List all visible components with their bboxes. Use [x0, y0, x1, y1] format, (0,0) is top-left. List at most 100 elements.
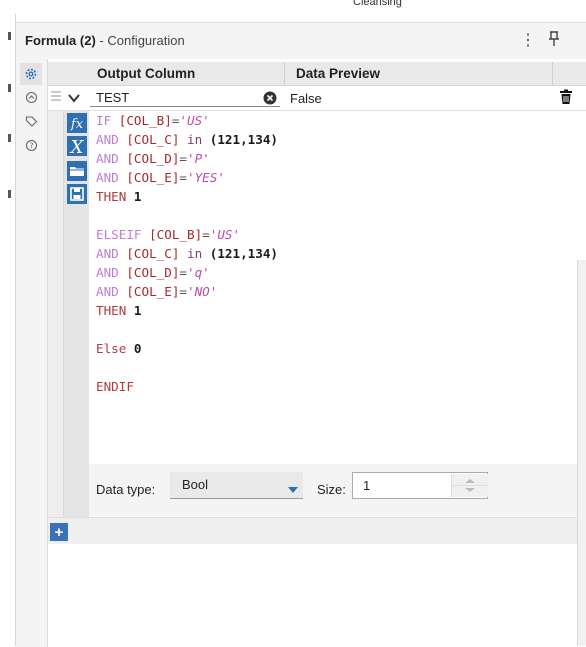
- data-type-label: Data type:: [96, 482, 156, 497]
- add-formula-button[interactable]: +: [50, 523, 68, 541]
- formula-row: False: [48, 86, 586, 111]
- expression-token: [COL_B]: [118, 113, 172, 128]
- data-preview-value: False: [290, 91, 322, 106]
- expression-token: AND: [96, 151, 127, 166]
- svg-text:X: X: [69, 137, 85, 156]
- expression-token: =: [179, 265, 188, 280]
- size-spinner[interactable]: [451, 474, 488, 497]
- row-handle-strip: [48, 62, 64, 517]
- expression-token: =: [202, 227, 210, 242]
- expression-line: ELSEIF [COL_B]='US': [96, 225, 586, 244]
- function-icon[interactable]: fx: [67, 113, 87, 133]
- drag-handle-icon[interactable]: [50, 90, 62, 105]
- expression-token: =: [179, 151, 188, 166]
- add-row: +: [48, 517, 586, 544]
- grid-header: Output Column Data Preview: [48, 62, 586, 86]
- expression-editor[interactable]: IF [COL_B]='US' AND [COL_C] in (121,134) A…: [96, 111, 586, 461]
- help-icon: ?: [25, 139, 37, 151]
- save-icon[interactable]: [67, 184, 87, 204]
- more-options-icon[interactable]: ⋮: [520, 30, 536, 50]
- expression-token: in: [187, 246, 210, 261]
- cleansing-label: Cleansing: [353, 0, 402, 8]
- expression-line: ENDIF: [96, 377, 586, 396]
- expression-token: 'US': [179, 113, 210, 128]
- expression-line: AND [COL_C] in (121,134): [96, 130, 586, 149]
- output-column-header: Output Column: [97, 66, 196, 81]
- expression-token: AND: [96, 265, 127, 280]
- gutter-tick: [8, 134, 11, 142]
- expression-token: IF: [96, 113, 119, 128]
- gutter-tick: [8, 32, 11, 40]
- configuration-panel: Formula (2) - Configuration ⋮ ? Output C…: [16, 22, 586, 647]
- expression-token: [COL_C]: [126, 132, 188, 147]
- size-input[interactable]: 1: [352, 472, 488, 499]
- expression-token: [COL_D]: [126, 265, 180, 280]
- expression-token: 'YES': [187, 170, 225, 185]
- expression-token: (121,134): [209, 132, 279, 147]
- svg-text:fx: fx: [70, 117, 84, 132]
- variable-icon[interactable]: X: [67, 136, 87, 156]
- tab-tag[interactable]: [20, 110, 42, 132]
- column-divider: [284, 62, 285, 85]
- tab-annotation[interactable]: [20, 86, 42, 108]
- expression-line: [96, 206, 586, 225]
- expression-token: [COL_E]: [126, 170, 180, 185]
- expression-token: =: [179, 170, 188, 185]
- expression-token: [COL_C]: [126, 246, 188, 261]
- tab-configuration[interactable]: [20, 63, 42, 85]
- tool-name: Formula (2): [25, 33, 96, 48]
- expression-token: 1: [133, 189, 142, 204]
- expression-line: [96, 358, 586, 377]
- expression-token: THEN: [96, 189, 134, 204]
- expression-line: AND [COL_D]='q': [96, 263, 586, 282]
- expression-token: 'US': [209, 227, 241, 242]
- clear-icon[interactable]: [263, 91, 277, 108]
- expression-line: AND [COL_E]='YES': [96, 168, 586, 187]
- expression-line: [96, 320, 586, 339]
- pin-icon[interactable]: [548, 31, 560, 50]
- gear-icon: [25, 68, 37, 80]
- output-column-input[interactable]: [90, 88, 280, 107]
- expression-token: =: [179, 284, 188, 299]
- expression-token: AND: [96, 170, 127, 185]
- expression-token: AND: [96, 132, 127, 147]
- expression-line: IF [COL_B]='US': [96, 111, 586, 130]
- caret-down-icon: [288, 482, 298, 497]
- data-type-value: Bool: [182, 477, 209, 492]
- panel-title: Formula (2) - Configuration: [25, 33, 185, 48]
- expression-token: 'q': [187, 265, 210, 280]
- expression-token: [COL_E]: [126, 284, 180, 299]
- gutter-tick: [8, 190, 11, 198]
- tab-help[interactable]: ?: [20, 134, 42, 156]
- expression-token: 0: [133, 341, 142, 356]
- expression-line: AND [COL_E]='NO': [96, 282, 586, 301]
- expression-line: THEN 1: [96, 301, 586, 320]
- expression-line: AND [COL_D]='P': [96, 149, 586, 168]
- expression-token: AND: [96, 246, 127, 261]
- right-scroll-edge: [577, 260, 586, 646]
- formula-config-area: Output Column Data Preview False fx: [47, 59, 586, 647]
- expression-token: ENDIF: [96, 379, 134, 394]
- data-type-select[interactable]: Bool: [170, 472, 303, 499]
- expression-token: THEN: [96, 303, 134, 318]
- data-preview-header: Data Preview: [296, 66, 381, 81]
- chevron-down-icon[interactable]: [68, 91, 80, 106]
- side-tabs: ?: [16, 59, 46, 647]
- expression-token: [COL_D]: [126, 151, 180, 166]
- panel-header: Formula (2) - Configuration ⋮: [16, 23, 586, 59]
- trash-icon[interactable]: [559, 89, 573, 108]
- expression-token: Else: [96, 341, 134, 356]
- expression-token: [COL_B]: [149, 227, 203, 242]
- left-gutter: [0, 14, 16, 646]
- size-value: 1: [363, 478, 371, 493]
- panel-subtitle: - Configuration: [95, 33, 185, 48]
- expression-token: ELSEIF: [96, 227, 150, 242]
- expression-token: (121,134): [209, 246, 279, 261]
- expression-line: Else 0: [96, 339, 586, 358]
- tag-icon: [25, 115, 37, 127]
- expression-token: AND: [96, 284, 127, 299]
- open-folder-icon[interactable]: [67, 161, 87, 181]
- data-type-row: Data type: Bool Size: 1: [89, 464, 586, 516]
- expression-token: in: [187, 132, 210, 147]
- expression-token: 1: [133, 303, 142, 318]
